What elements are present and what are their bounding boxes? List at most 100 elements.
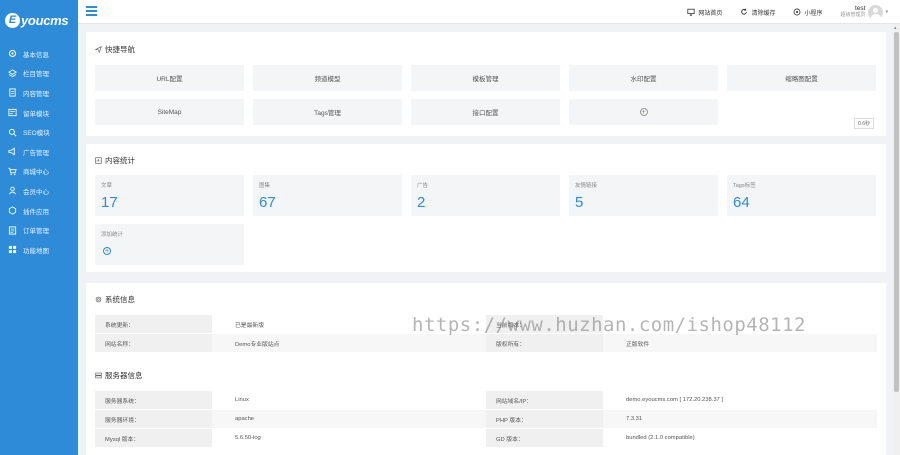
sidebar-item-forms[interactable]: 留单模块 (0, 103, 78, 123)
form-icon (8, 108, 17, 117)
cart-icon (8, 167, 17, 176)
stat-label: 添加统计 (101, 232, 124, 238)
mini-program-label: 小程序 (804, 10, 823, 17)
sidebar-item-mall[interactable]: 商城中心 (0, 162, 78, 182)
refresh-icon (741, 8, 748, 15)
stat-value: 5 (575, 194, 584, 211)
avatar[interactable] (868, 4, 884, 20)
info-label: 版权所有： (486, 334, 603, 352)
seo-icon (8, 128, 17, 137)
sidebar-item-columns[interactable]: 栏目管理 (0, 64, 78, 84)
sidebar-item-label: 内容管理 (23, 90, 49, 98)
chevron-down-icon[interactable]: ▾ (885, 9, 888, 15)
quick-nav-sitemap[interactable]: SiteMap (95, 99, 244, 125)
quick-nav-api-config[interactable]: 接口配置 (411, 99, 560, 125)
info-label: GD 版本： (486, 429, 603, 447)
order-icon (8, 226, 17, 235)
sidebar-item-label: 广告管理 (23, 149, 49, 157)
scrollbar[interactable]: ▴ (893, 24, 900, 455)
plus-icon: + (639, 108, 648, 116)
server-info-row: 服务器环境： apache PHP 版本： 7.3.31 (95, 410, 877, 428)
stats-icon (95, 157, 102, 164)
info-label: PHP 版本： (486, 410, 603, 428)
quick-nav-url-config[interactable]: URL配置 (95, 65, 244, 91)
top-actions: 网站首页 清除缓存 小程序 test 超级管理员 ▾ (687, 0, 900, 24)
sidebar-item-label: 插件应用 (23, 208, 49, 216)
system-info-title: 系统信息 (95, 294, 135, 305)
plus-icon: + (103, 247, 111, 255)
stat-label: Tags标签 (733, 183, 756, 189)
logo[interactable]: E youcms (0, 0, 78, 40)
sidebar-item-plugins[interactable]: 插件应用 (0, 201, 78, 221)
send-icon (95, 46, 102, 53)
chevron-up-icon[interactable]: ▴ (894, 25, 897, 31)
quick-nav-template-manage[interactable]: 模板管理 (411, 65, 560, 91)
stat-add-button[interactable]: 添加统计 + (95, 224, 244, 265)
server-info-row: Mysql 版本： 5.6.50-log GD 版本： bundled (2.1… (95, 429, 877, 447)
info-value: 5.6.50-log (235, 435, 261, 441)
server-info-row: 服务器系统： Linux 网站域名/IP： demo.eyoucms.com [… (95, 391, 877, 409)
clear-cache-label: 清除缓存 (751, 10, 776, 17)
info-label: 网站域名/IP： (486, 391, 603, 409)
info-value: bundled (2.1.0 compatible) (626, 435, 695, 441)
quick-nav-tags[interactable]: Tags管理 (253, 99, 402, 125)
stat-label: 文章 (101, 183, 113, 189)
sidebar-item-label: 订单管理 (23, 228, 49, 236)
sidebar-item-orders[interactable]: 订单管理 (0, 220, 78, 240)
clear-cache-link[interactable]: 清除缓存 (740, 8, 775, 17)
user-icon (8, 186, 17, 195)
site-home-label: 网站首页 (698, 10, 723, 17)
info-label: 系统更新： (95, 315, 212, 333)
sidebar-item-members[interactable]: 会员中心 (0, 181, 78, 201)
menu-toggle-icon[interactable] (86, 6, 97, 16)
sidebar-item-content[interactable]: 内容管理 (0, 83, 78, 103)
sidebar-item-feature-map[interactable]: 功能地图 (0, 240, 78, 260)
sidebar-item-label: 留单模块 (23, 110, 49, 118)
stat-value: 64 (733, 194, 750, 211)
map-icon (8, 245, 17, 254)
sidebar-item-seo[interactable]: SEO模块 (0, 122, 78, 142)
server-icon (95, 372, 102, 379)
ad-icon (8, 147, 17, 156)
logo-mark: E (5, 12, 20, 28)
stat-articles[interactable]: 文章 17 (95, 175, 244, 216)
mini-program-link[interactable]: 小程序 (793, 8, 822, 17)
layers-icon (8, 69, 17, 78)
server-info-title: 服务器信息 (95, 370, 143, 381)
quick-nav-thumbnail[interactable]: 缩略图配置 (727, 65, 876, 91)
quick-nav-add-button[interactable]: + (569, 99, 718, 125)
site-home-link[interactable]: 网站首页 (687, 8, 722, 17)
sidebar-item-basic-info[interactable]: 基本信息 (0, 44, 78, 64)
load-time-badge: 0.6秒 (854, 118, 874, 129)
info-value: Demo专业版站点 (235, 341, 280, 348)
quick-nav-channel-model[interactable]: 频道模型 (253, 65, 402, 91)
sidebar: E youcms 基本信息 栏目管理 内容管理 留单模块 SEO模块 广告管理 (0, 0, 78, 455)
info-value: Linux (235, 397, 249, 403)
topbar: 网站首页 清除缓存 小程序 test 超级管理员 ▾ (78, 0, 900, 24)
sidebar-item-label: 会员中心 (23, 188, 49, 196)
stat-label: 友情链接 (575, 183, 598, 189)
sidebar-item-ads[interactable]: 广告管理 (0, 142, 78, 162)
info-label: 服务器环境： (95, 410, 212, 428)
sidebar-item-label: 功能地图 (23, 247, 49, 255)
stat-tags[interactable]: Tags标签 64 (727, 175, 876, 216)
scrollbar-thumb[interactable] (894, 32, 899, 392)
stat-friend-links[interactable]: 友情链接 5 (569, 175, 718, 216)
stat-label: 广告 (417, 183, 429, 189)
info-value: apache (235, 416, 255, 422)
info-label: 服务器系统： (95, 391, 212, 409)
info-value: 正版软件 (626, 341, 650, 348)
info-value: 已是最新版 (235, 322, 264, 329)
quick-nav-title: 快捷导航 (95, 44, 135, 55)
sidebar-item-label: SEO模块 (23, 130, 50, 138)
system-info-card: 系统信息 系统更新： 已是最新版 当前版本： 网站名称： Demo专业版站点 版… (86, 283, 886, 455)
user-menu[interactable]: test 超级管理员 ▾ (840, 4, 888, 20)
stat-value: 67 (259, 194, 276, 211)
stat-ads[interactable]: 广告 2 (411, 175, 560, 216)
sidebar-item-label: 栏目管理 (23, 71, 49, 79)
stat-images[interactable]: 图集 67 (253, 175, 402, 216)
user-name: test (855, 5, 866, 12)
quick-nav-watermark[interactable]: 水印配置 (569, 65, 718, 91)
info-value: demo.eyoucms.com [ 172.20.238.37 ] (626, 397, 723, 403)
sidebar-item-label: 商城中心 (23, 169, 49, 177)
